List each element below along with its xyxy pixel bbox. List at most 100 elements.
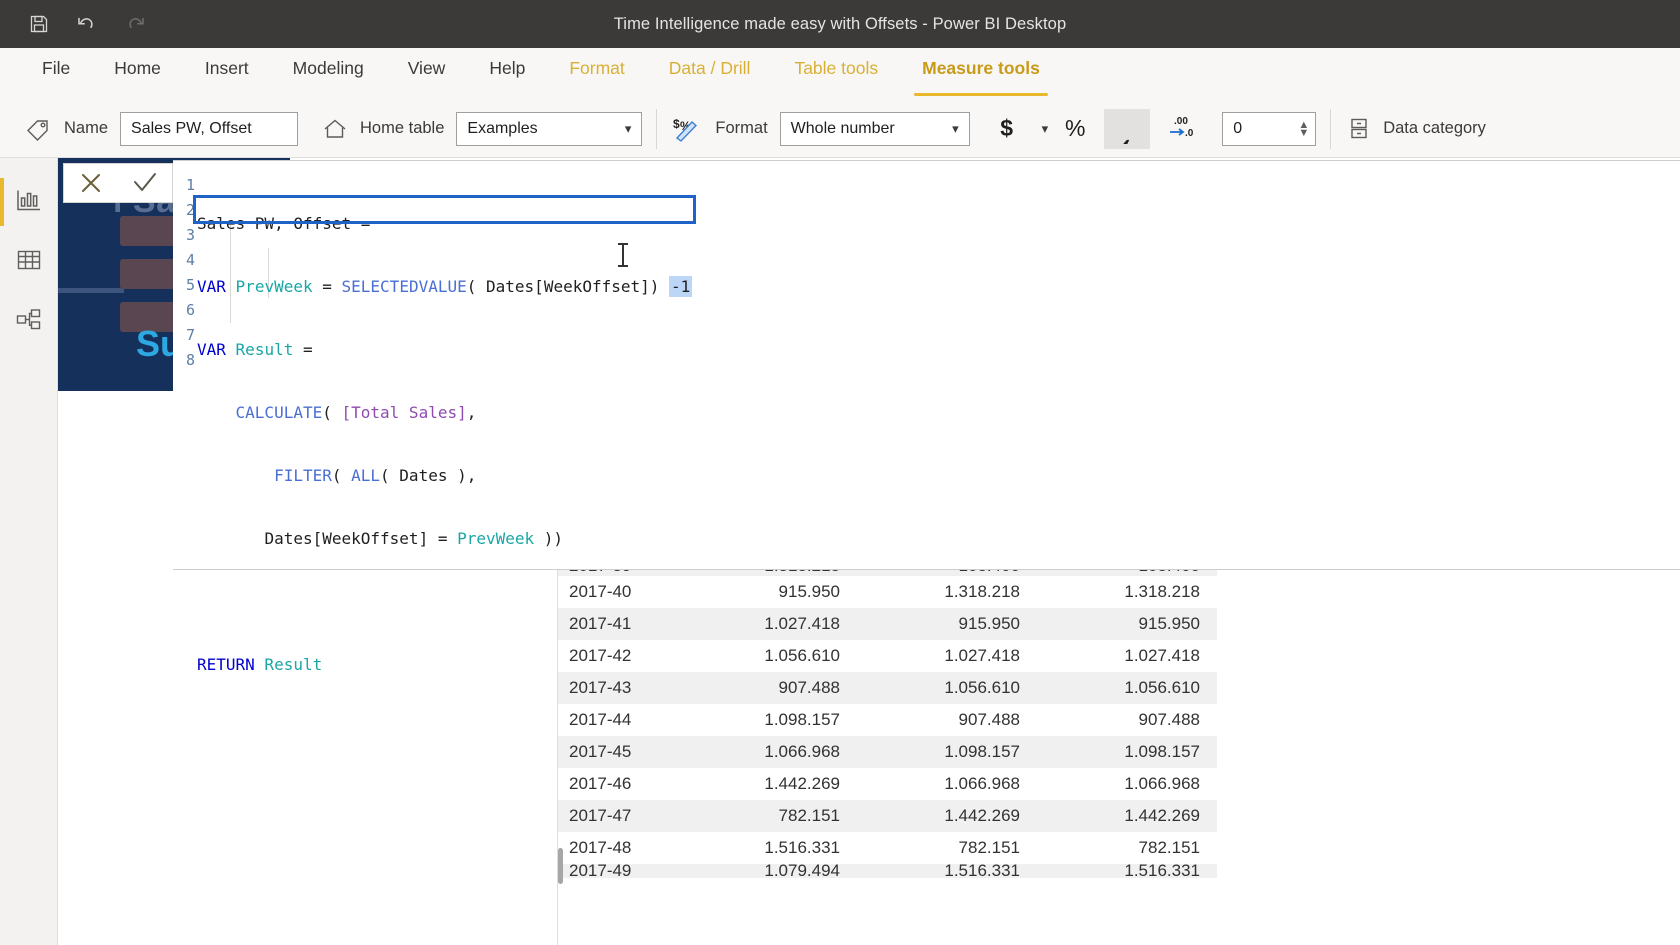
table-cell: 2017-45: [569, 742, 632, 761]
view-switcher-rail: [0, 158, 58, 945]
code-token-function: CALCULATE: [235, 403, 323, 422]
code-token: =: [293, 340, 313, 359]
table-cell: 1.066.968: [764, 742, 840, 761]
home-table-select[interactable]: Examples ▾: [456, 111, 643, 146]
sidebar-item-report-view[interactable]: [0, 172, 58, 232]
accept-formula-button[interactable]: [123, 164, 167, 202]
decimal-places-icon-button[interactable]: .00 .0: [1160, 109, 1210, 149]
home-table-group: Home table Examples ▾: [320, 100, 643, 157]
code-token-keyword: RETURN: [197, 655, 255, 674]
tab-help[interactable]: Help: [467, 48, 547, 100]
stepper-arrows[interactable]: ▲ ▼: [1298, 119, 1309, 138]
table-cell: 1.516.331: [764, 838, 840, 857]
name-group: Name Sales PW, Offset: [24, 100, 299, 157]
table-cell: 782.151: [958, 838, 1020, 857]
home-table-value: Examples: [467, 119, 538, 137]
line-number: 5: [185, 276, 195, 294]
code-token-keyword: VAR: [197, 340, 226, 359]
home-icon: [320, 116, 350, 142]
code-line-6: Dates[WeekOffset] = PrevWeek )): [197, 526, 1680, 551]
properties-group: Data category: [1345, 100, 1498, 157]
undo-icon[interactable]: [74, 11, 100, 37]
format-select[interactable]: Whole number ▾: [779, 111, 970, 146]
table-cell: 2017-46: [569, 774, 632, 793]
line-number: 4: [185, 251, 195, 269]
table-cell: 1.442.269: [944, 806, 1020, 825]
title-bar: Time Intelligence made easy with Offsets…: [0, 0, 1680, 48]
tag-icon: [24, 116, 54, 142]
tab-file[interactable]: File: [20, 48, 92, 100]
code-line-8: RETURN Result: [197, 652, 1680, 677]
format-icon: $ %: [671, 115, 705, 143]
code-line-2: VAR PrevWeek = SELECTEDVALUE( Dates[Week…: [197, 274, 1680, 299]
line-number: 8: [185, 351, 195, 369]
dax-formula-editor[interactable]: 1 2 3 4 5 6 7 8 Sales PW, Offset = VAR PrevWeek…: [173, 160, 1680, 674]
table-cell: 1.516.331: [1124, 864, 1200, 878]
comma-icon: ͵: [1122, 111, 1133, 145]
table-scroll-thumb[interactable]: [558, 848, 563, 884]
measure-name-input[interactable]: Sales PW, Offset: [120, 111, 299, 146]
code-line-5: FILTER( ALL( Dates ),: [197, 463, 1680, 488]
code-token: )): [534, 529, 564, 548]
decimal-places-value: 0: [1233, 119, 1243, 137]
cancel-formula-button[interactable]: [69, 164, 113, 202]
table-row[interactable]: 2017-48 1.516.331 782.151 782.151: [558, 832, 1217, 864]
redo-icon[interactable]: [122, 11, 148, 37]
tab-table-tools[interactable]: Table tools: [772, 48, 900, 100]
ribbon-tab-strip: File Home Insert Modeling View Help Form…: [0, 48, 1680, 100]
line-number: 2: [185, 201, 195, 219]
dollar-icon: $: [1000, 115, 1014, 141]
table-cell: 2017-47: [569, 806, 632, 825]
formatting-group: $ % Format Whole number ▾ $ ▾ % ͵ .00 .0…: [671, 100, 1317, 157]
table-cell: 1.098.157: [1124, 742, 1200, 761]
sidebar-item-model-view[interactable]: [0, 292, 58, 352]
tab-home[interactable]: Home: [92, 48, 183, 100]
line-number: 1: [185, 176, 195, 194]
code-token-function: SELECTEDVALUE: [341, 277, 467, 296]
window-title: Time Intelligence made easy with Offsets…: [613, 14, 1067, 33]
tab-view[interactable]: View: [386, 48, 468, 100]
editor-code-area[interactable]: Sales PW, Offset = VAR PrevWeek = SELECT…: [197, 173, 1680, 674]
format-label: Format: [715, 119, 768, 137]
code-token-variable: PrevWeek: [235, 277, 313, 296]
code-token: Sales PW, Offset =: [197, 214, 371, 233]
table-row[interactable]: 2017-49 1.079.494 1.516.331 1.516.331: [558, 864, 1217, 878]
chevron-down-icon[interactable]: ▼: [1298, 127, 1309, 138]
sidebar-item-data-view[interactable]: [0, 232, 58, 292]
line-number: 7: [185, 326, 195, 344]
tab-measure-tools[interactable]: Measure tools: [900, 48, 1062, 100]
table-row[interactable]: 2017-45 1.066.968 1.098.157 1.098.157: [558, 736, 1217, 768]
table-row[interactable]: 2017-47 782.151 1.442.269 1.442.269: [558, 800, 1217, 832]
tab-format[interactable]: Format: [547, 48, 646, 100]
chevron-down-icon: ▾: [952, 120, 959, 136]
toolbar-divider-1: [656, 108, 658, 149]
chevron-down-icon: ▾: [624, 120, 632, 136]
data-category-label[interactable]: Data category: [1383, 119, 1486, 138]
code-token: ( Dates[WeekOffset]): [466, 277, 660, 296]
thousands-separator-button[interactable]: ͵: [1104, 108, 1151, 149]
code-token: ,: [466, 403, 477, 422]
home-table-label: Home table: [360, 119, 445, 137]
report-view-icon: [15, 187, 43, 218]
table-row[interactable]: 2017-46 1.442.269 1.066.968 1.066.968: [558, 768, 1217, 800]
currency-format-button[interactable]: $: [988, 109, 1026, 149]
measure-tools-toolbar: Name Sales PW, Offset Home table Example…: [0, 100, 1680, 158]
tab-insert[interactable]: Insert: [183, 48, 271, 100]
code-token: =: [312, 277, 342, 296]
tab-data-drill[interactable]: Data / Drill: [647, 48, 773, 100]
svg-text:.00: .00: [1174, 116, 1188, 127]
percent-format-button[interactable]: %: [1056, 109, 1094, 149]
toolbar-divider-2: [1330, 108, 1332, 149]
currency-dropdown-button[interactable]: ▾: [1026, 109, 1057, 149]
code-token-variable: Result: [254, 655, 323, 674]
quick-access-toolbar: [0, 11, 148, 37]
tab-modeling[interactable]: Modeling: [271, 48, 386, 100]
save-icon[interactable]: [26, 11, 52, 37]
power-bi-desktop-window: Time Intelligence made easy with Offsets…: [0, 0, 1680, 945]
format-value: Whole number: [790, 119, 895, 137]
text-cursor-icon: [618, 243, 628, 267]
code-token: Dates[WeekOffset] =: [264, 529, 458, 548]
decimal-places-stepper[interactable]: 0 ▲ ▼: [1222, 111, 1317, 146]
code-line-1: Sales PW, Offset =: [197, 211, 1680, 236]
